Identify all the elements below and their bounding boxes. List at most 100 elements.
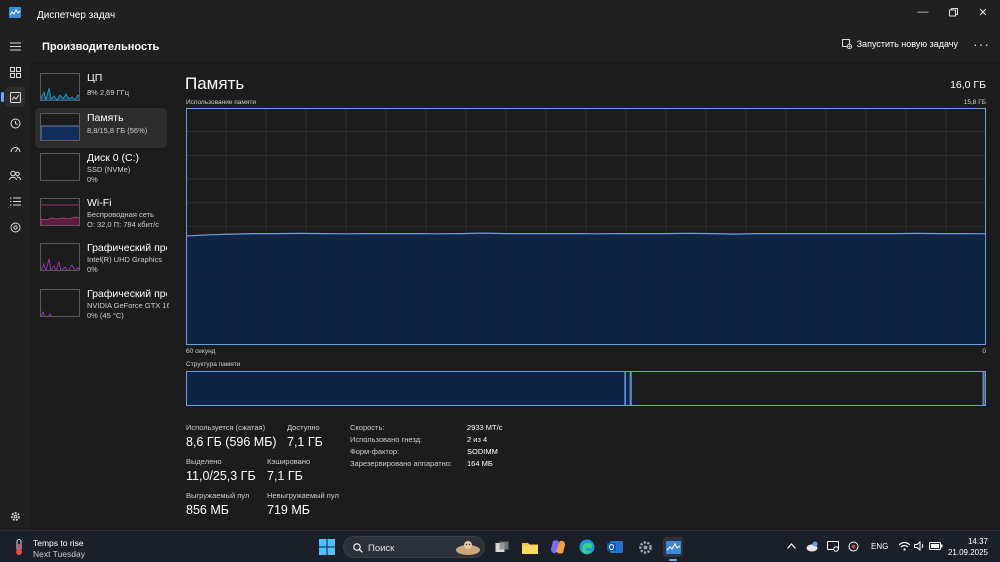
users-icon [9,170,21,180]
close-button[interactable]: ✕ [968,2,998,22]
device-disk[interactable]: Диск 0 (C:) SSD (NVMe) 0% [35,148,167,188]
gpu0-thumbnail [40,243,80,271]
gpu1-thumbnail [40,289,80,317]
active-indicator [669,559,677,561]
clock-date[interactable]: 21.09.2025 [948,548,988,557]
usage-area [186,233,986,345]
memory-thumbnail [40,113,80,141]
device-sub: 8% 2,69 ГГц [87,88,130,97]
clock-time[interactable]: 14:37 [968,537,988,546]
details-list-icon [9,196,21,206]
weather-headline[interactable]: Temps to rise [33,538,84,548]
tray-sync-icon[interactable] [848,541,859,552]
windows-logo-icon [319,539,335,555]
folder-icon [522,542,538,554]
search-icon [353,543,363,553]
device-cpu[interactable]: ЦП 8% 2,69 ГГц [35,68,167,108]
nav-users[interactable] [5,165,25,185]
volume-icon[interactable] [914,541,925,551]
time-axis-right: 0 [982,348,986,355]
nav-details[interactable] [5,191,25,211]
paged-pool-label: Выгружаемый пул [186,491,250,500]
usage-chart-label: Использование памяти [186,99,256,106]
edge-button[interactable] [577,537,597,557]
settings-app-button[interactable] [635,537,655,557]
file-explorer-button[interactable] [520,537,540,557]
run-new-task-label: Запустить новую задачу [856,39,958,49]
device-sub: NVIDIA GeForce GTX 1650 [87,301,169,310]
thermometer-icon[interactable] [14,539,24,556]
gear-icon [638,540,652,554]
device-name: Wi-Fi [87,197,112,209]
form-factor-label: Форм-фактор: [350,447,400,456]
device-list: ЦП 8% 2,69 ГГц Память 8,8/15,8 ГБ (56%) … [30,62,172,530]
language-indicator[interactable]: ENG [871,542,888,551]
taskbar-search[interactable]: Поиск [343,536,485,558]
in-use-value: 8,6 ГБ (596 МБ) [186,435,277,449]
device-memory[interactable]: Память 8,8/15,8 ГБ (56%) [35,108,167,148]
nav-performance[interactable] [1,87,25,107]
chevron-up-icon[interactable] [787,543,796,549]
weather-subline[interactable]: Next Tuesday [33,549,85,559]
disk-thumbnail [40,153,80,181]
device-name: Диск 0 (C:) [87,152,139,164]
minimize-button[interactable]: — [908,2,938,22]
device-sub: Intel(R) UHD Graphics [87,255,163,264]
device-gpu0[interactable]: Графический процессор 0 Intel(R) UHD Gra… [35,238,167,278]
outlook-button[interactable] [605,537,625,557]
device-name: Графический процессор 1 [87,288,167,300]
slots-label: Использовано гнезд: [350,435,423,444]
more-options-button[interactable]: ··· [973,36,990,52]
window-title: Диспетчер задач [37,10,116,21]
device-name: Графический процессор 0 [87,242,167,254]
committed-value: 11,0/25,3 ГБ [186,469,256,483]
edge-icon [579,539,595,555]
nav-processes[interactable] [5,62,25,82]
run-new-task-button[interactable]: Запустить новую задачу [841,39,958,49]
device-name: Память [87,112,124,124]
available-value: 7,1 ГБ [287,435,323,449]
nav-settings[interactable] [5,506,25,526]
nav-startup[interactable] [5,139,25,159]
memory-composition-bar [186,371,986,406]
memory-total: 16,0 ГБ [950,79,986,91]
available-label: Доступно [287,423,320,432]
device-sub: 0% (45 °C) [87,311,124,320]
nonpaged-pool-value: 719 МБ [267,503,310,517]
device-gpu1[interactable]: Графический процессор 1 NVIDIA GeForce G… [35,284,169,324]
maximize-button[interactable] [938,2,968,22]
tray-monitor-icon[interactable] [827,541,839,552]
title-bar: Диспетчер задач — ✕ [0,0,1000,30]
wifi-thumbnail [40,198,80,226]
task-manager-icon [665,540,681,554]
gear-icon [10,511,20,521]
performance-icon [9,91,21,103]
hw-reserved-label: Зарезервировано аппаратно: [350,459,453,468]
battery-icon[interactable] [929,542,943,550]
minimize-icon: — [917,6,929,18]
task-view-button[interactable] [492,537,512,557]
memory-panel: Память 16,0 ГБ Использование памяти 15,8… [172,62,1000,530]
wifi-icon[interactable] [898,541,911,551]
hw-reserved-value: 164 МБ [467,459,493,468]
menu-button[interactable] [5,36,25,56]
in-use-label: Используется (сжатая) [186,423,266,432]
speed-value: 2933 МТ/с [467,423,503,432]
cpu-thumbnail [40,73,80,101]
nav-services[interactable] [5,217,25,237]
nav-app-history[interactable] [5,113,25,133]
copilot-button[interactable] [548,537,568,557]
hamburger-icon [9,41,21,51]
copilot-icon [551,540,565,554]
device-wifi[interactable]: Wi-Fi Беспроводная сеть О: 32,0 П: 784 к… [35,193,167,233]
task-manager-taskbar-button[interactable] [663,537,683,561]
tray-app-icon[interactable] [806,541,818,552]
task-manager-icon [9,7,21,18]
nonpaged-pool-label: Невыгружаемый пул [267,491,339,500]
task-view-icon [495,541,509,552]
device-sub: SSD (NVMe) [87,165,131,174]
history-icon [10,118,20,128]
start-button[interactable] [317,537,337,557]
form-factor-value: SODIMM [467,447,498,456]
device-sub: Беспроводная сеть [87,210,155,219]
